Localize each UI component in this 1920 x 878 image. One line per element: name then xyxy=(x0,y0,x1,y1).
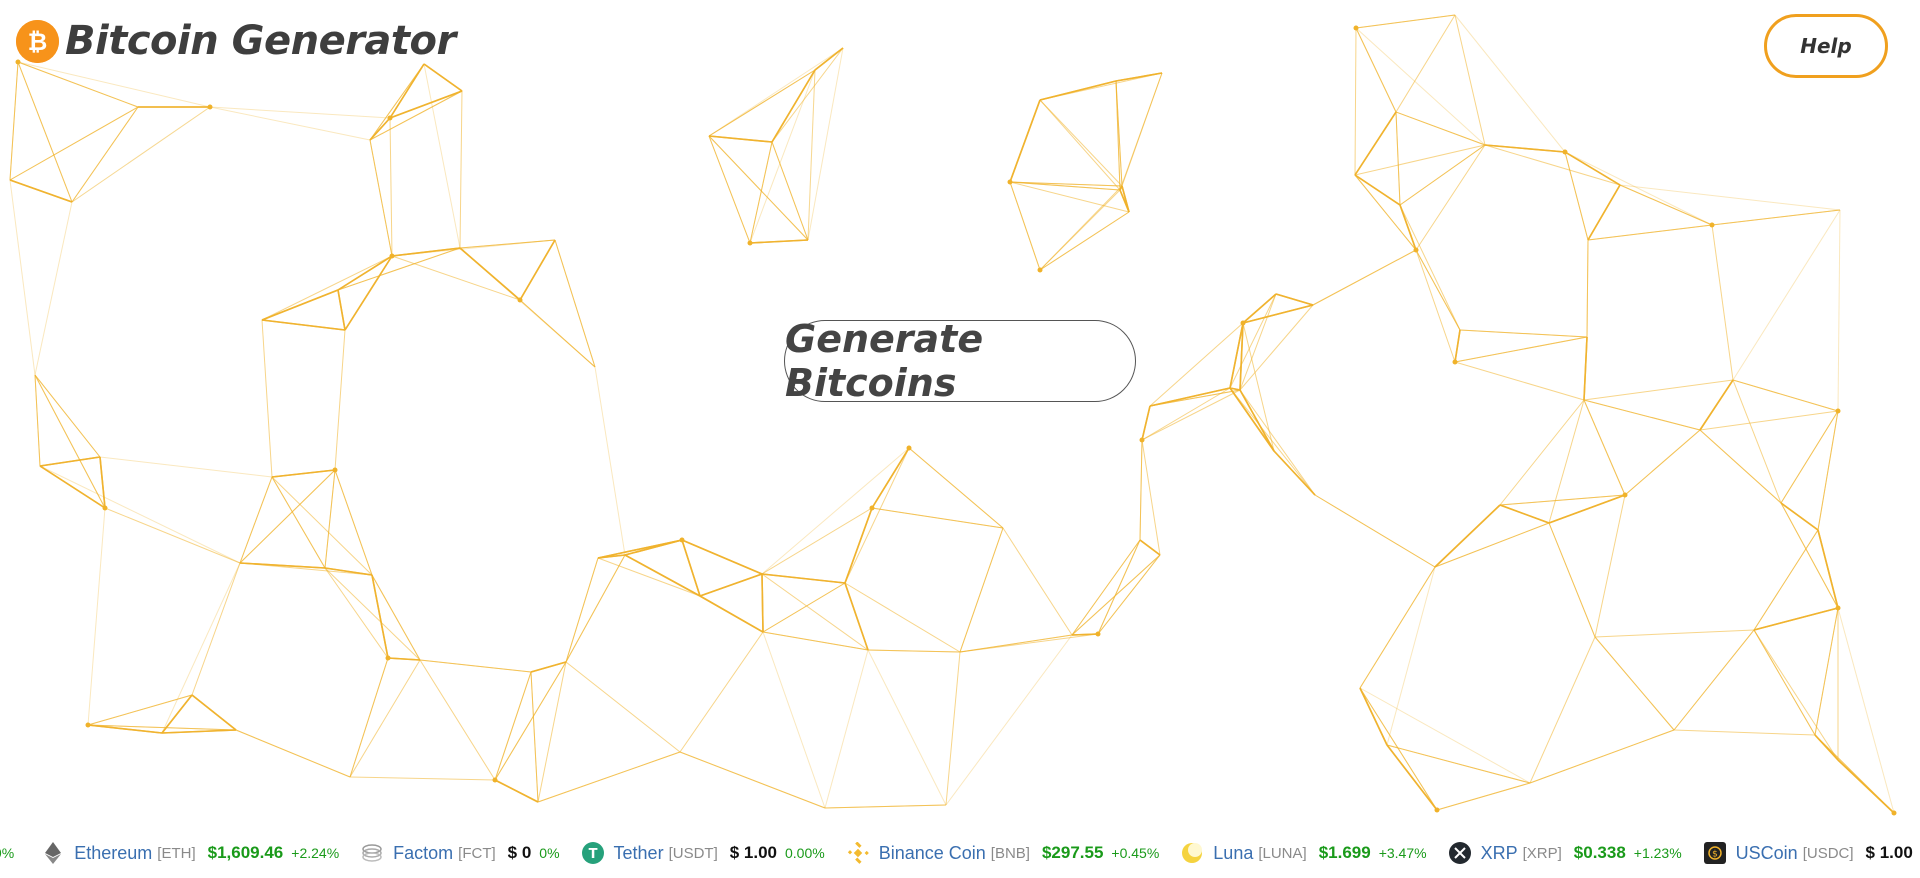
coin-change: +1.23% xyxy=(1633,845,1682,861)
tether-icon: T xyxy=(581,842,604,864)
coin-price: $1.699 xyxy=(1318,843,1371,862)
svg-text:₿: ₿ xyxy=(28,28,48,56)
coin-name[interactable]: Ethereum xyxy=(74,843,152,864)
ticker-item-tether[interactable]: T Tether [USDT] $ 1.00 0.00% xyxy=(581,842,825,864)
bitcoin-icon: ₿ xyxy=(16,19,59,63)
ticker-item-luna[interactable]: Luna [LUNA] $1.699 +3.47% xyxy=(1181,842,1427,864)
ticker-track: 9% Ethereum [ETH] $1,609.46 +2.24% Factom [FC… xyxy=(0,842,1920,864)
luna-icon xyxy=(1181,842,1203,864)
svg-text:T: T xyxy=(588,847,597,862)
generate-bitcoins-button[interactable]: Generate Bitcoins xyxy=(784,317,1136,405)
coin-symbol: [USDT] xyxy=(668,844,718,862)
svg-text:$: $ xyxy=(1712,850,1718,860)
coin-symbol: [USDC] xyxy=(1802,844,1854,862)
ticker-fragment: 9% xyxy=(0,845,15,861)
coin-symbol: [FCT] xyxy=(458,844,496,862)
coin-name[interactable]: Tether xyxy=(614,843,664,864)
coin-name[interactable]: Factom xyxy=(393,843,453,864)
coin-change: +3.47% xyxy=(1378,845,1427,861)
ticker-item-ethereum[interactable]: Ethereum [ETH] $1,609.46 +2.24% xyxy=(42,842,339,864)
coin-name[interactable]: XRP xyxy=(1481,843,1518,864)
coin-price: $ 0 xyxy=(507,843,532,862)
xrp-icon xyxy=(1448,842,1471,864)
usdc-icon: $ xyxy=(1703,842,1726,864)
coin-symbol: [BNB] xyxy=(990,844,1030,862)
price-ticker: 9% Ethereum [ETH] $1,609.46 +2.24% Factom [FC… xyxy=(0,832,1920,878)
coin-name[interactable]: USCoin xyxy=(1736,843,1798,864)
logo[interactable]: ₿ Bitcoin Generator xyxy=(16,18,456,64)
ticker-item-binance-coin[interactable]: Binance Coin [BNB] $297.55 +0.45% xyxy=(847,842,1160,864)
coin-change: +0.45% xyxy=(1111,845,1160,861)
ethereum-icon xyxy=(42,842,64,864)
coin-change: +2.24% xyxy=(291,845,340,861)
coin-change: 0.00% xyxy=(785,845,825,861)
coin-symbol: [LUNA] xyxy=(1258,844,1307,862)
coin-price: $ 1.00 xyxy=(729,843,777,862)
coin-price: $0.338 xyxy=(1573,843,1626,862)
brand-name: Bitcoin Generator xyxy=(65,18,456,64)
coin-name[interactable]: Binance Coin xyxy=(879,843,986,864)
coin-symbol: [XRP] xyxy=(1522,844,1562,862)
coin-name[interactable]: Luna xyxy=(1213,843,1253,864)
coin-price: $ 1.00 xyxy=(1865,843,1913,862)
coin-price: $1,609.46 xyxy=(207,843,284,862)
coin-price: $297.55 xyxy=(1041,843,1104,862)
help-button[interactable]: Help xyxy=(1764,14,1888,78)
coin-symbol: [ETH] xyxy=(157,844,196,862)
factom-icon xyxy=(361,842,383,864)
ticker-item-uscoin[interactable]: $USCoin[USDC]$ 1.00-0.01% xyxy=(1703,842,1920,864)
binance-icon xyxy=(847,842,869,864)
ticker-item-xrp[interactable]: XRP [XRP] $0.338 +1.23% xyxy=(1448,842,1682,864)
ticker-item-factom[interactable]: Factom [FCT] $ 0 0% xyxy=(361,842,560,864)
network-background xyxy=(9,14,1897,816)
coin-change: 0% xyxy=(539,845,560,861)
